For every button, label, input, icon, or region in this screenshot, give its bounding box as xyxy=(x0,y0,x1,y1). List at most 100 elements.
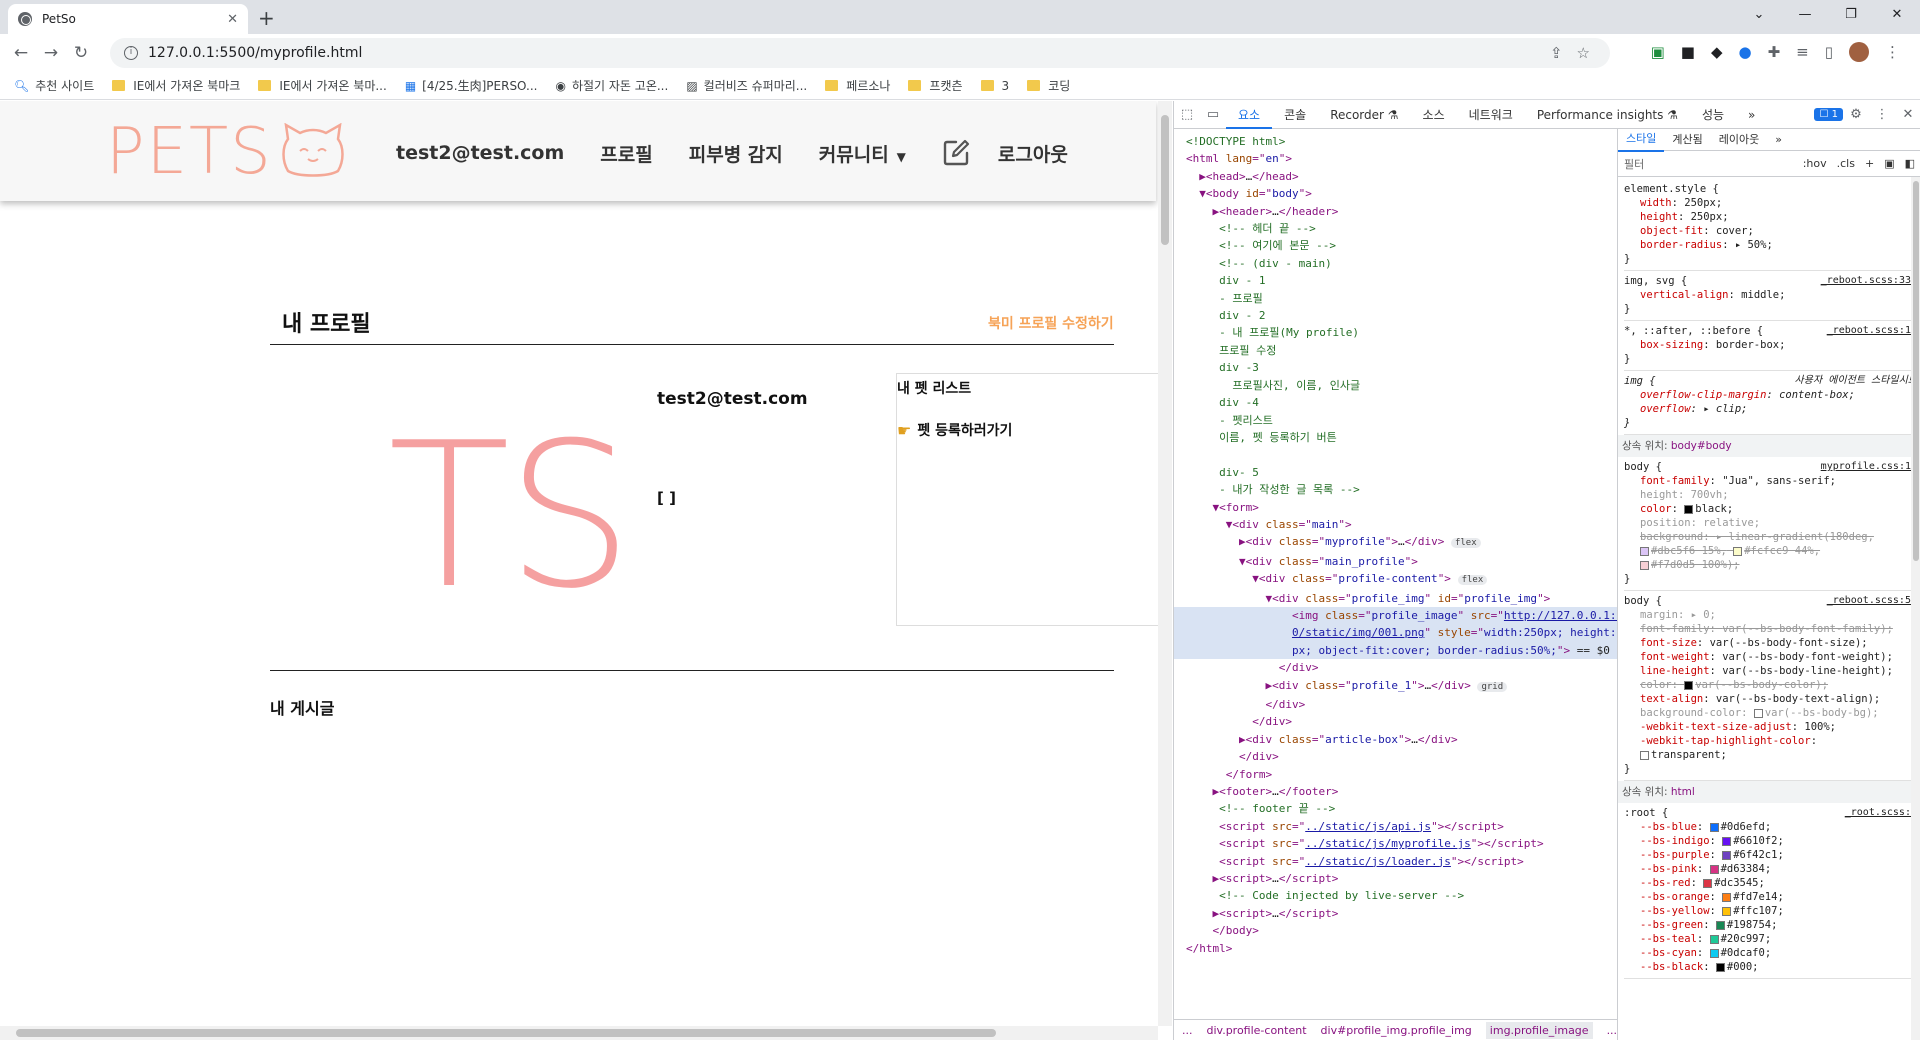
reload-icon[interactable]: ↻ xyxy=(66,43,96,63)
dom-node-line[interactable] xyxy=(1186,446,1617,463)
dom-node-line[interactable]: </div> xyxy=(1186,659,1617,676)
style-rule[interactable]: element.style { width: 250px; height: 25… xyxy=(1624,179,1917,271)
scrollbar-thumb[interactable] xyxy=(16,1029,996,1037)
bookmark-item[interactable]: IE에서 가져온 북마... xyxy=(258,77,387,94)
dom-node-line[interactable]: ▼<body id="body"> xyxy=(1186,185,1617,202)
nav-profile[interactable]: 프로필 xyxy=(600,140,652,167)
browser-tab[interactable]: PetSo ✕ xyxy=(8,4,248,34)
devtools-tab[interactable]: 성능 xyxy=(1690,101,1736,129)
pet-register-link[interactable]: ☛ 펫 등록하러가기 xyxy=(897,420,1012,440)
dom-node-line[interactable]: <img class="profile_image" src="http://1… xyxy=(1174,606,1617,625)
more-options-icon[interactable]: ⋮ xyxy=(1869,107,1895,122)
dom-node-line[interactable]: 이름, 펫 등록하기 버튼 xyxy=(1186,429,1617,446)
hover-state-toggle[interactable]: :hov xyxy=(1803,157,1827,170)
computed-sidebar-icon[interactable]: ▣ xyxy=(1884,157,1894,170)
bookmark-item[interactable]: 페르소나 xyxy=(825,77,890,94)
tab-search-icon[interactable]: ⌄ xyxy=(1736,0,1782,32)
close-window-button[interactable]: ✕ xyxy=(1874,0,1920,32)
dom-node-line[interactable]: <!-- footer 끝 --> xyxy=(1186,800,1617,817)
filter-input[interactable]: 필터 xyxy=(1624,156,1803,172)
devtools-tab[interactable]: Performance insights ⚗ xyxy=(1525,101,1690,129)
elements-dom-tree[interactable]: <!DOCTYPE html> <html lang="en"> ▶<head>…… xyxy=(1174,129,1617,1019)
breadcrumb[interactable]: div#profile_img.profile_img xyxy=(1321,1024,1472,1037)
dom-node-line[interactable]: ▶<script>…</script> xyxy=(1186,905,1617,922)
extension-icon[interactable]: ◆ xyxy=(1711,43,1723,61)
back-arrow-icon[interactable]: ← xyxy=(6,43,36,63)
dom-node-line[interactable]: <!-- 여기에 본문 --> xyxy=(1186,237,1617,254)
avatar[interactable] xyxy=(1849,42,1869,62)
styles-subtab[interactable]: 스타일 xyxy=(1618,129,1665,152)
close-tab-icon[interactable]: ✕ xyxy=(227,12,238,27)
close-devtools-icon[interactable]: ✕ xyxy=(1895,107,1920,122)
dom-node-line[interactable]: div -3 xyxy=(1186,359,1617,376)
style-rule[interactable]: body {myprofile.css:17 font-family: "Jua… xyxy=(1624,457,1917,591)
extension-icon[interactable]: ▣ xyxy=(1651,43,1665,61)
nav-skin-detect[interactable]: 피부병 감지 xyxy=(689,140,783,167)
dom-node-line[interactable]: div- 5 xyxy=(1186,464,1617,481)
dom-node-line[interactable]: - 펫리스트 xyxy=(1186,412,1617,429)
breadcrumb[interactable]: img.profile_image xyxy=(1485,1021,1593,1039)
class-toggle[interactable]: .cls xyxy=(1837,157,1855,170)
add-rule-button[interactable]: + xyxy=(1865,157,1874,170)
device-toolbar-icon[interactable]: ▭ xyxy=(1200,107,1226,122)
info-icon[interactable]: i xyxy=(124,46,138,60)
devtools-tab[interactable]: 소스 xyxy=(1411,101,1457,129)
dom-node-line[interactable]: 프로필사진, 이름, 인사글 xyxy=(1186,377,1617,394)
dom-node-line[interactable]: </div> xyxy=(1186,696,1617,713)
dom-node-line[interactable]: ▶<div class="myprofile">…</div> flex xyxy=(1186,533,1617,552)
site-logo-text[interactable]: PETS xyxy=(106,115,273,189)
dom-node-line[interactable]: <!-- (div - main) xyxy=(1186,255,1617,272)
cat-logo-icon[interactable] xyxy=(280,123,346,177)
bookmark-item[interactable]: 프캣츤 xyxy=(908,77,963,94)
dom-node-line[interactable]: 0/static/img/001.png" style="width:250px… xyxy=(1174,624,1617,642)
url-text[interactable]: 127.0.0.1:5500/myprofile.html xyxy=(148,45,362,61)
dom-node-line[interactable]: </body> xyxy=(1186,922,1617,939)
dom-node-line[interactable]: ▶<script>…</script> xyxy=(1186,870,1617,887)
devtools-tab[interactable]: 콘솔 xyxy=(1272,101,1318,129)
devtools-tab[interactable]: Recorder ⚗ xyxy=(1318,101,1410,129)
style-rule[interactable]: body {_reboot.scss:50 margin: ▸ 0; font-… xyxy=(1624,591,1917,781)
edit-profile-link[interactable]: 북미 프로필 수정하기 xyxy=(988,313,1114,333)
dom-node-line[interactable]: ▶<header>…</header> xyxy=(1186,203,1617,220)
dom-node-line[interactable]: ▼<div class="profile_img" id="profile_im… xyxy=(1186,590,1617,607)
dom-node-line[interactable]: <!-- Code injected by live-server --> xyxy=(1186,887,1617,904)
styles-filter[interactable]: 필터 :hov .cls + ▣ ◧ xyxy=(1618,151,1920,177)
dom-node-line[interactable]: <!DOCTYPE html> xyxy=(1186,133,1617,150)
issues-badge[interactable]: ☐ 1 xyxy=(1814,108,1843,121)
puzzle-icon[interactable]: ✚ xyxy=(1768,43,1781,61)
dom-node-line[interactable]: </form> xyxy=(1186,766,1617,783)
dom-node-line[interactable]: </div> xyxy=(1186,748,1617,765)
dom-node-line[interactable]: - 내가 작성한 글 목록 --> xyxy=(1186,481,1617,498)
styles-subtab[interactable]: 레이아웃 xyxy=(1711,129,1767,151)
dom-node-line[interactable]: ▼<div class="profile-content"> flex xyxy=(1186,570,1617,589)
style-rule[interactable]: *, ::after, ::before {_reboot.scss:19 bo… xyxy=(1624,321,1917,371)
style-rule[interactable]: :root {_root.scss:9 --bs-blue: #0d6efd; … xyxy=(1624,803,1917,979)
settings-gear-icon[interactable]: ⚙ xyxy=(1843,107,1869,122)
bookmark-item[interactable]: 3 xyxy=(980,79,1009,93)
dom-node-line[interactable]: ▶<div class="profile_1">…</div> grid xyxy=(1186,677,1617,696)
dom-node-line[interactable]: <!-- 헤더 끝 --> xyxy=(1186,220,1617,237)
breadcrumb[interactable]: ... xyxy=(1182,1024,1193,1037)
bookmark-star-icon[interactable]: ☆ xyxy=(1577,44,1590,62)
dom-node-line[interactable]: ▼<div class="main"> xyxy=(1186,516,1617,533)
devtools-tab[interactable]: 네트워크 xyxy=(1457,101,1525,129)
page-horizontal-scrollbar[interactable] xyxy=(0,1026,1158,1040)
dom-node-line[interactable]: <script src="../static/js/myprofile.js">… xyxy=(1186,835,1617,852)
dom-node-line[interactable]: </html> xyxy=(1186,940,1617,957)
dom-node-line[interactable]: <script src="../static/js/loader.js"></s… xyxy=(1186,853,1617,870)
styles-subtab[interactable]: 계산됨 xyxy=(1664,129,1710,151)
new-tab-button[interactable]: + xyxy=(258,6,275,30)
devtools-tab[interactable]: 요소 xyxy=(1226,101,1273,129)
bookmark-item[interactable]: IE에서 가져온 북마크 xyxy=(112,77,240,94)
dom-node-line[interactable]: ▼<div class="main_profile"> xyxy=(1186,553,1617,570)
bookmark-item[interactable]: 🔍︎ 추천 사이트 xyxy=(14,77,94,94)
dom-node-line[interactable]: div - 1 xyxy=(1186,272,1617,289)
dom-node-line[interactable]: - 프로필 xyxy=(1186,290,1617,307)
forward-arrow-icon[interactable]: → xyxy=(36,43,66,63)
page-vertical-scrollbar[interactable] xyxy=(1158,101,1172,1026)
bookmark-item[interactable]: 코딩 xyxy=(1027,77,1070,94)
scrollbar-thumb[interactable] xyxy=(1913,181,1919,561)
style-rule[interactable]: img {사용자 에이전트 스타일시트 overflow-clip-margin… xyxy=(1624,371,1917,435)
dom-node-line[interactable]: div - 2 xyxy=(1186,307,1617,324)
nav-user-email[interactable]: test2@test.com xyxy=(396,142,564,164)
